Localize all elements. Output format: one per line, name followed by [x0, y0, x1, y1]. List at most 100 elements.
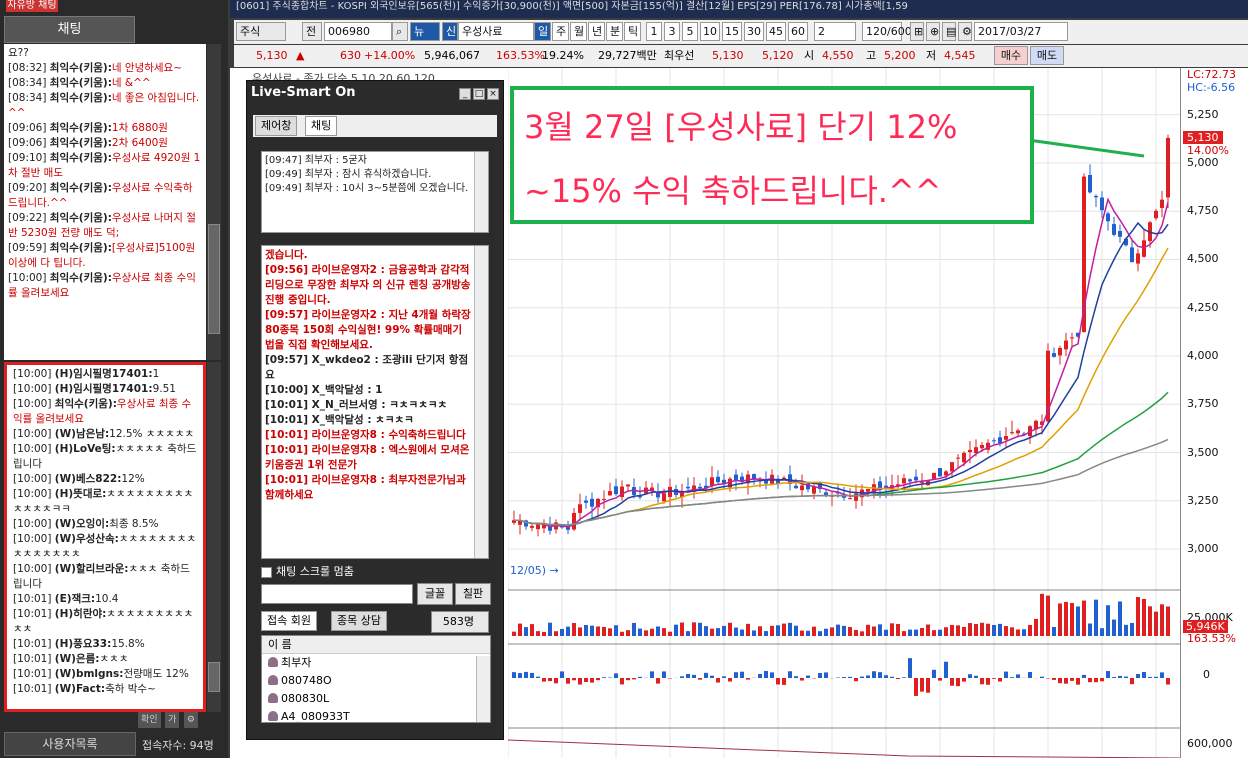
font-button[interactable]: 글꼴 [417, 583, 453, 605]
font-size-button[interactable]: 가 [165, 712, 180, 728]
oscillator-bar [524, 671, 528, 678]
sell-button[interactable]: 매도 [1030, 46, 1064, 65]
chat-message: [09:10] 최익수(키움):우성사료 4920원 1차 절반 매도 [8, 151, 202, 181]
tab-consult[interactable]: 종목 상담 [331, 611, 387, 631]
oscillator-bar [896, 678, 900, 680]
message-author: (H)LoVe팅: [54, 443, 116, 455]
buy-button[interactable]: 매수 [994, 46, 1028, 65]
interval-3-button[interactable]: 3 [664, 22, 680, 41]
stock-code-input[interactable]: 006980 [324, 22, 392, 41]
interval-15-button[interactable]: 15 [722, 22, 742, 41]
board-button[interactable]: 칠판 [455, 583, 491, 605]
confirm-button[interactable]: 확인 [138, 712, 161, 728]
message-author: 최익수(키움): [49, 137, 112, 149]
member-row[interactable]: A4_080933T [262, 708, 490, 722]
count-select[interactable]: 2 [814, 22, 856, 41]
volume-bar [932, 630, 936, 636]
new-badge[interactable]: 신 [442, 22, 458, 41]
user-list-button[interactable]: 사용자목록 [4, 732, 136, 756]
message-text: 10.4 [95, 593, 119, 605]
y-tick-label: 3,250 [1187, 493, 1219, 507]
chat-message: [10:00] (W)우성산속:ㅊㅊㅊㅊㅊㅊㅊㅊㅊㅊㅊㅊㅊㅊㅊ [13, 532, 197, 562]
volume-bar [1130, 622, 1134, 636]
zoom-icon[interactable]: ⊕ [926, 22, 940, 41]
chat-top-scrollbar[interactable] [207, 44, 221, 360]
period-4-button[interactable]: 분 [606, 22, 623, 41]
tab-members[interactable]: 접속 회원 [261, 611, 317, 631]
interval-5-button[interactable]: 5 [682, 22, 698, 41]
oscillator-bar [734, 672, 738, 678]
candle-body [578, 504, 582, 513]
candle-body [794, 485, 798, 489]
volume-bar [872, 626, 876, 636]
interval-60-button[interactable]: 60 [788, 22, 808, 41]
stock-name-field[interactable]: 우성사료 [458, 22, 534, 41]
maximize-icon[interactable]: □ [473, 88, 485, 100]
close-icon[interactable]: × [487, 88, 499, 100]
gear-icon[interactable]: ⚙ [958, 22, 972, 41]
free-chat-tab[interactable]: 자유방 채팅 [6, 0, 58, 12]
chat-message: [09:06] 최익수(키움):2차 6400원 [8, 136, 202, 151]
period-1-button[interactable]: 주 [552, 22, 569, 41]
candle-body [848, 498, 852, 500]
message-author: (W)우성산속: [54, 533, 119, 545]
member-row[interactable]: 080830L [262, 690, 490, 708]
member-row[interactable]: 080748O [262, 672, 490, 690]
oscillator-bar [626, 678, 630, 681]
member-row[interactable]: 최부자 [262, 654, 490, 672]
period-2-button[interactable]: 월 [570, 22, 587, 41]
period-0-button[interactable]: 일 [534, 22, 551, 41]
oscillator-bar [530, 672, 534, 678]
period-5-button[interactable]: 틱 [624, 22, 641, 41]
message-time: [08:34] [8, 92, 50, 104]
interval-30-button[interactable]: 30 [744, 22, 764, 41]
chart-config-icon[interactable]: ⊞ [910, 22, 924, 41]
volume-bar [584, 624, 588, 636]
market-select[interactable]: 주식 [236, 22, 286, 41]
save-icon[interactable]: ▤ [942, 22, 956, 41]
volume-bar [614, 625, 618, 636]
oscillator-bar [986, 678, 990, 685]
oscillator-bar [1088, 678, 1092, 683]
live-smart-window: Live-Smart On _ □ × 제어창 채팅 [09:47] 최부자 :… [246, 80, 504, 740]
volume-bar [632, 622, 636, 636]
oscillator-bar [974, 675, 978, 678]
oscillator-bar [854, 678, 858, 682]
chat-input[interactable] [261, 584, 413, 604]
prev-button[interactable]: 전 [302, 22, 322, 41]
chat-message: [09:06] 최익수(키움):1차 6880원 [8, 121, 202, 136]
message-author: (W)bmlgns: [54, 668, 124, 680]
tab-chat[interactable]: 채팅 [305, 116, 338, 136]
period-3-button[interactable]: 년 [588, 22, 605, 41]
candle-body [998, 437, 1002, 443]
moving-average-line [513, 391, 1169, 526]
interval-1-button[interactable]: 1 [646, 22, 662, 41]
message-time: [10:00] [13, 383, 55, 395]
message-text: ㅊㅊㅊ [99, 653, 129, 665]
chat-message: [10:01] (H)풍요33:15.8% [13, 637, 197, 652]
volume-bar [866, 624, 870, 636]
message-time: [10:01] [13, 593, 55, 605]
minimize-icon[interactable]: _ [459, 88, 471, 100]
interval-10-button[interactable]: 10 [700, 22, 720, 41]
oscillator-bar [602, 677, 606, 678]
candle-body [914, 476, 918, 481]
message-time: [09:22] [8, 212, 50, 224]
date-field[interactable]: 2017/03/27 [974, 22, 1068, 41]
news-button[interactable]: 뉴 [410, 22, 440, 41]
candle-body [626, 484, 630, 487]
volume-bar [986, 623, 990, 636]
moving-average-line [513, 247, 1169, 526]
interval-45-button[interactable]: 45 [766, 22, 786, 41]
oscillator-bar [668, 678, 672, 679]
volume-bar [788, 622, 792, 636]
y-tick-label: 4,000 [1187, 348, 1219, 362]
search-icon[interactable]: ⌕ [392, 22, 408, 41]
oscillator-bar [578, 678, 582, 685]
volume-bar [698, 622, 702, 636]
scroll-stop-checkbox[interactable]: 채팅 스크롤 멈춤 [261, 563, 354, 579]
tab-control[interactable]: 제어창 [255, 116, 298, 136]
chat-tab[interactable]: 채팅 [4, 16, 135, 43]
options-icon[interactable]: ⚙ [183, 712, 198, 728]
chat-bottom-scrollbar[interactable] [207, 362, 221, 712]
